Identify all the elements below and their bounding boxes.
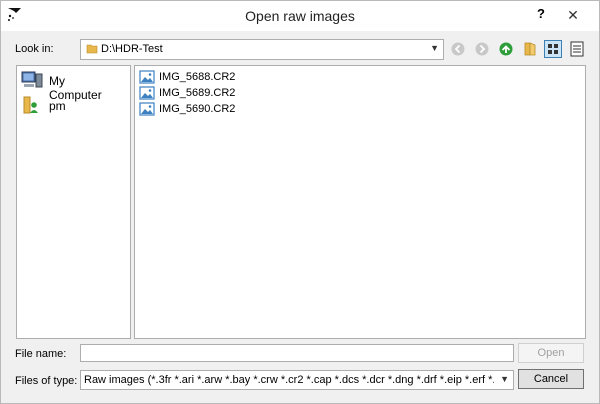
look-in-label: Look in:	[15, 43, 54, 55]
cancel-button[interactable]: Cancel	[518, 369, 584, 389]
file-name: IMG_5690.CR2	[159, 103, 236, 115]
look-in-path: D:\HDR-Test	[101, 43, 163, 55]
back-arrow-icon	[451, 42, 465, 56]
help-button[interactable]: ?	[531, 4, 551, 24]
up-folder-button[interactable]	[497, 40, 515, 58]
computer-icon	[21, 71, 43, 92]
new-folder-button[interactable]	[521, 40, 539, 58]
file-name-label: File name:	[15, 348, 67, 360]
forward-arrow-icon	[475, 42, 489, 56]
image-file-icon	[139, 101, 155, 120]
detail-view-button[interactable]	[568, 40, 586, 58]
file-type-label: Files of type:	[15, 375, 78, 387]
sidebar-item-label: pm	[49, 99, 66, 113]
chevron-down-icon: ▼	[500, 374, 509, 384]
user-folder-icon	[21, 96, 43, 117]
folder-icon	[86, 43, 98, 58]
detail-view-icon	[570, 41, 584, 57]
back-button[interactable]	[449, 40, 467, 58]
title-bar[interactable]: Open raw images ? ✕	[1, 1, 599, 31]
list-view-button[interactable]	[544, 40, 562, 58]
forward-button[interactable]	[473, 40, 491, 58]
file-name-input[interactable]	[80, 344, 514, 362]
list-view-icon	[548, 44, 558, 54]
chevron-down-icon: ▼	[430, 43, 439, 53]
sidebar-places: My Computer pm	[16, 65, 131, 339]
up-arrow-icon	[499, 42, 513, 56]
open-raw-images-dialog: Open raw images ? ✕ Look in: D:\HDR-Test…	[0, 0, 600, 404]
look-in-combobox[interactable]: D:\HDR-Test ▼	[80, 39, 444, 60]
open-button[interactable]: Open	[518, 343, 584, 363]
file-name: IMG_5688.CR2	[159, 71, 236, 83]
dialog-title: Open raw images	[245, 8, 355, 24]
file-name: IMG_5689.CR2	[159, 87, 236, 99]
sidebar-item-label: My Computer	[49, 74, 102, 102]
folder-icon	[524, 42, 536, 56]
file-type-select[interactable]: Raw images (*.3fr *.ari *.arw *.bay *.cr…	[80, 370, 514, 390]
file-type-value: Raw images (*.3fr *.ari *.arw *.bay *.cr…	[84, 374, 494, 386]
file-list: IMG_5688.CR2 IMG_5689.CR2 IMG_5690.CR2	[134, 65, 586, 339]
close-button[interactable]: ✕	[555, 5, 591, 25]
